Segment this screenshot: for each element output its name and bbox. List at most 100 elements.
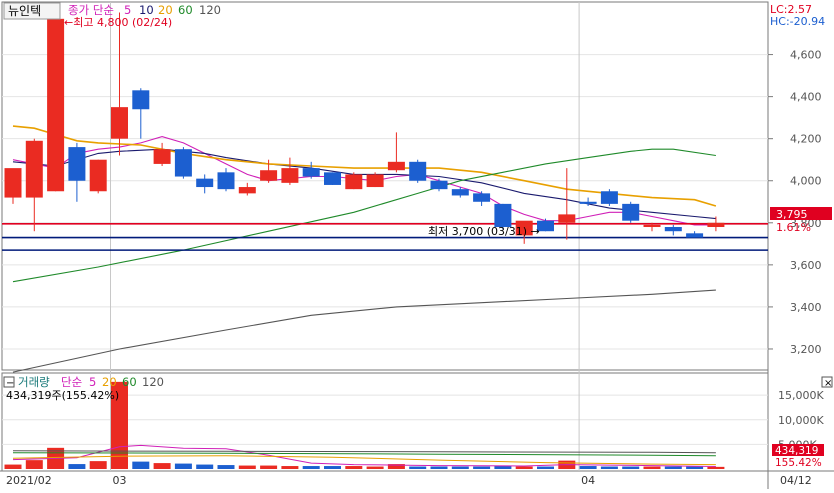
price-panel-frame [1,1,769,371]
candle-body [345,174,363,190]
time-axis-layer: 2021/02 03 04 04/12 [6,474,812,487]
volume-bar [217,465,235,469]
candle-body [366,174,384,188]
volume-current: 434,319주(155.42%) [6,389,119,402]
price-tick-label: 4,200 [790,133,822,146]
close-icon[interactable]: × [824,378,832,389]
volume-bar [600,466,618,469]
candle-body [217,172,235,190]
candle-body [324,172,341,185]
current-volume: 434,319 [775,445,818,457]
time-tick-label: 04/12 [780,474,812,487]
candle-body [68,147,86,181]
volume-bar [25,460,43,469]
candle-body [579,201,597,204]
candle-body [622,203,640,221]
current-volume-pct: 155.42% [775,457,822,469]
candle-body [387,161,405,171]
volume-bar [281,466,299,469]
volume-bar [473,466,491,469]
volume-bar [238,465,256,469]
vol-ma120-label: 120 [142,375,164,389]
candle-body [132,90,150,110]
volume-bar [430,466,448,469]
chart-svg: 3,2003,4003,6003,8004,0004,2004,4004,600… [0,1,834,489]
high-annotation: ←최고 4,800 (02/24) [64,16,172,29]
candle-body [153,149,171,164]
minus-icon[interactable]: − [6,378,14,389]
candle-body [409,161,427,181]
volume-bar [345,466,363,469]
candle-body [430,180,448,190]
volume-bar [260,465,278,469]
candle-body [686,233,704,238]
candle-body [111,107,128,139]
price-tick-label: 3,400 [790,301,822,314]
time-tick-label: 04 [581,474,595,487]
candle-body [47,18,65,192]
volume-ma-label: 단순 [61,375,82,389]
price-axis-layer: 3,2003,4003,6003,8004,0004,2004,4004,600 [768,49,822,356]
price-tick-label: 3,200 [790,343,822,356]
candle-body [494,203,512,228]
candle-body [302,168,320,177]
volume-bar [302,466,320,469]
candle-body [451,189,469,196]
candle-body [707,222,725,228]
candle-body [196,178,214,188]
volume-bar [68,464,86,469]
low-annotation: 최저 3,700 (03/31) → [428,225,540,238]
candle-body [4,168,22,198]
candle-body [174,149,192,177]
price-tick-label: 4,400 [790,91,822,104]
ma60-label: 60 [178,3,193,17]
stock-name: 뉴인텍 [8,4,41,18]
volume-tick-label: 10,000K [778,414,824,427]
volume-axis-layer: 5,000K10,000K15,000K [778,389,824,451]
volume-bar [707,466,725,469]
candle-body [238,187,256,194]
candle-body [600,191,618,204]
current-change: 1.61% [776,221,811,234]
volume-bar [451,466,469,469]
ma120-label: 120 [199,3,221,17]
volume-bar [579,466,597,469]
volume-bar [622,466,640,469]
volume-bar [366,466,384,469]
candle-body [281,168,299,183]
volume-tick-label: 15,000K [778,389,824,402]
time-tick-label: 2021/02 [6,474,52,487]
candle-body [260,170,278,181]
vol-ma5-label: 5 [89,375,96,389]
candle-body [558,214,576,223]
ma-label: 종가 단순 [68,3,114,17]
volume-bar [643,466,661,469]
price-tick-label: 4,600 [790,49,822,62]
candle-body [473,193,491,202]
volume-bar [515,466,533,469]
volume-bar [494,466,512,469]
ma5-label: 5 [124,3,131,17]
candle-body [643,224,661,228]
price-tick-label: 3,600 [790,259,822,272]
volume-bar [153,463,171,469]
time-tick-label: 03 [113,474,127,487]
volume-bar [664,466,682,469]
candle-body [25,140,43,198]
volume-bar [324,466,341,469]
volume-label: 거래량 [18,375,50,389]
volume-bar [174,463,192,469]
volume-bar [89,461,107,469]
hc-value: HC:-20.94 [770,15,825,28]
volume-bar [4,464,22,469]
stock-chart: 3,200 3,400 3,600 3,800 4,000 4,200 4,400 4,600… [0,0,834,489]
vol-ma20-label: 20 [102,375,117,389]
ma10-label: 10 [139,3,154,17]
vol-ma60-label: 60 [122,375,137,389]
volume-bar [196,464,214,469]
ma20-label: 20 [158,3,173,17]
candle-body [664,227,682,232]
price-tick-label: 4,000 [790,175,822,188]
volume-bar [537,466,554,469]
volume-bar [686,466,704,469]
